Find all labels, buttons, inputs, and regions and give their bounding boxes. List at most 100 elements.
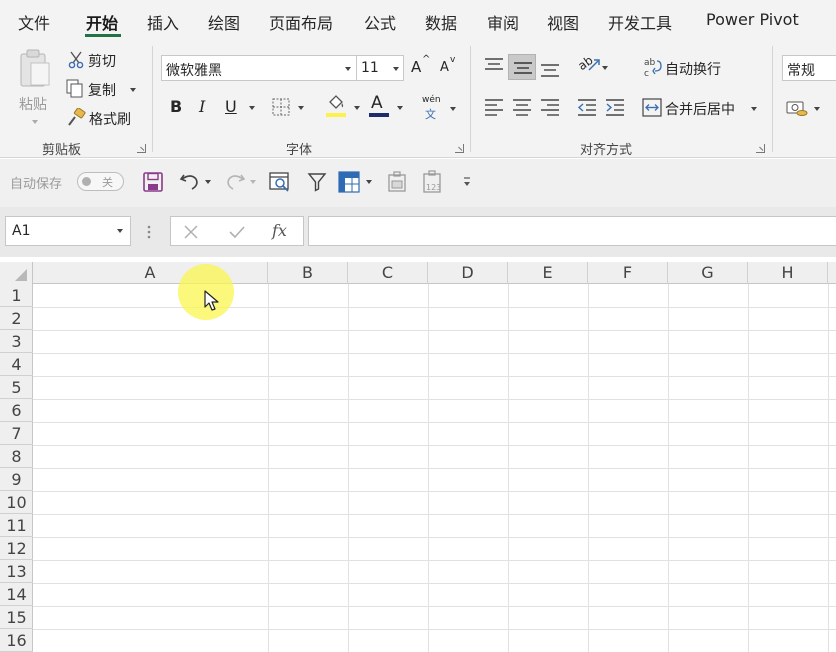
worksheet-grid[interactable]: A B C D E F G H 1 2 3 4 5 6 7 8 9 10 11 … <box>0 262 836 652</box>
column-header-e[interactable]: E <box>508 262 588 284</box>
alignment-launcher-icon[interactable] <box>756 144 765 153</box>
enter-icon[interactable] <box>228 224 246 240</box>
bold-button[interactable]: B <box>167 96 187 118</box>
name-box-dropdown-icon[interactable] <box>117 229 123 233</box>
tab-data[interactable]: 数据 <box>425 10 457 34</box>
font-size-dropdown-icon[interactable] <box>393 67 399 71</box>
merge-center-button[interactable]: 合并后居中 <box>641 95 763 121</box>
orientation-button[interactable]: ab <box>575 53 611 80</box>
customize-toolbar-icon[interactable] <box>462 176 472 188</box>
name-box[interactable]: A1 <box>5 216 131 246</box>
select-all-corner[interactable] <box>0 262 33 284</box>
tab-home[interactable]: 开始 <box>86 10 118 34</box>
undo-icon[interactable] <box>179 171 201 191</box>
print-preview-icon[interactable] <box>269 171 291 193</box>
shrink-font-button[interactable]: A v <box>438 55 458 79</box>
row-header-11[interactable]: 11 <box>0 514 33 537</box>
row-header-13[interactable]: 13 <box>0 560 33 583</box>
paste-button[interactable]: 粘贴 <box>12 46 58 128</box>
autosave-toggle[interactable]: 关 <box>77 172 124 191</box>
currency-format-icon[interactable] <box>786 98 808 118</box>
grow-font-button[interactable]: A ^ <box>409 54 431 79</box>
align-center-icon[interactable] <box>512 98 532 116</box>
tab-review[interactable]: 审阅 <box>487 10 519 34</box>
insert-function-button[interactable]: fx <box>272 221 287 240</box>
row-header-7[interactable]: 7 <box>0 422 33 445</box>
font-family-value: 微软雅黑 <box>166 63 222 79</box>
row-header-14[interactable]: 14 <box>0 583 33 606</box>
row-header-16[interactable]: 16 <box>0 629 33 652</box>
row-header-8[interactable]: 8 <box>0 445 33 468</box>
row-header-6[interactable]: 6 <box>0 399 33 422</box>
phonetic-button[interactable]: wén 文 <box>418 95 460 121</box>
font-color-bar <box>369 113 389 117</box>
undo-dropdown-icon[interactable] <box>205 180 211 184</box>
format-painter-button[interactable]: 格式刷 <box>66 107 142 129</box>
row-header-9[interactable]: 9 <box>0 468 33 491</box>
gridline <box>33 330 836 331</box>
row-header-1[interactable]: 1 <box>0 284 33 307</box>
number-format-select[interactable]: 常规 <box>782 55 836 81</box>
camera-icon[interactable] <box>386 171 408 193</box>
wrap-text-button[interactable]: ab c 自动换行 <box>643 54 727 80</box>
paste-icon <box>20 49 50 87</box>
row-header-4[interactable]: 4 <box>0 353 33 376</box>
row-header-10[interactable]: 10 <box>0 491 33 514</box>
tab-view[interactable]: 视图 <box>547 10 579 34</box>
row-header-12[interactable]: 12 <box>0 537 33 560</box>
column-header-g[interactable]: G <box>668 262 748 284</box>
align-top-icon[interactable] <box>484 57 504 75</box>
align-middle-icon <box>514 62 532 74</box>
font-family-dropdown-icon[interactable] <box>345 67 351 71</box>
number-paste-icon[interactable]: 123 <box>421 170 445 194</box>
group-divider <box>470 46 471 152</box>
grow-font-arrow-icon: ^ <box>422 54 431 65</box>
row-header-5[interactable]: 5 <box>0 376 33 399</box>
column-header-a[interactable]: A <box>33 262 268 284</box>
align-bottom-icon[interactable] <box>540 60 560 78</box>
column-header-b[interactable]: B <box>268 262 348 284</box>
row-header-3[interactable]: 3 <box>0 330 33 353</box>
tab-formulas[interactable]: 公式 <box>364 10 396 34</box>
copy-button[interactable]: 复制 <box>66 78 140 100</box>
pivot-table-icon[interactable] <box>338 171 360 193</box>
align-middle-button[interactable] <box>508 54 536 80</box>
font-launcher-icon[interactable] <box>455 144 464 153</box>
decrease-indent-icon[interactable] <box>577 98 597 116</box>
row-header-15[interactable]: 15 <box>0 606 33 629</box>
tab-page-layout[interactable]: 页面布局 <box>269 10 333 34</box>
align-left-icon[interactable] <box>484 98 504 116</box>
fill-color-button[interactable] <box>325 94 365 120</box>
row-header-2[interactable]: 2 <box>0 307 33 330</box>
tab-developer[interactable]: 开发工具 <box>608 10 672 34</box>
font-color-button[interactable]: A <box>368 93 408 120</box>
tab-draw[interactable]: 绘图 <box>208 10 240 34</box>
increase-indent-icon[interactable] <box>605 98 625 116</box>
more-options-icon[interactable] <box>147 224 151 240</box>
column-header-f[interactable]: F <box>588 262 668 284</box>
cut-button[interactable]: 剪切 <box>66 50 126 70</box>
save-icon[interactable] <box>143 172 163 192</box>
redo-dropdown-icon[interactable] <box>250 180 256 184</box>
paste-label: 粘贴 <box>19 97 47 113</box>
borders-button[interactable] <box>272 96 312 118</box>
font-family-select[interactable]: 微软雅黑 <box>161 55 357 81</box>
align-right-icon[interactable] <box>540 98 560 116</box>
cancel-icon[interactable] <box>183 224 199 240</box>
clipboard-launcher-icon[interactable] <box>137 144 146 153</box>
tab-insert[interactable]: 插入 <box>147 10 179 34</box>
gridline <box>33 445 836 446</box>
tab-power-pivot[interactable]: Power Pivot <box>706 10 799 29</box>
underline-button[interactable]: U <box>222 96 258 118</box>
column-header-h[interactable]: H <box>748 262 828 284</box>
column-header-d[interactable]: D <box>428 262 508 284</box>
italic-button[interactable]: I <box>195 96 213 118</box>
tab-file[interactable]: 文件 <box>18 10 50 34</box>
pivot-table-dropdown-icon[interactable] <box>366 180 372 184</box>
filter-icon[interactable] <box>307 172 327 192</box>
formula-input[interactable] <box>308 216 836 246</box>
redo-icon[interactable] <box>224 171 246 191</box>
currency-dropdown-icon[interactable] <box>814 107 820 111</box>
column-header-c[interactable]: C <box>348 262 428 284</box>
font-size-select[interactable]: 11 <box>356 55 404 81</box>
